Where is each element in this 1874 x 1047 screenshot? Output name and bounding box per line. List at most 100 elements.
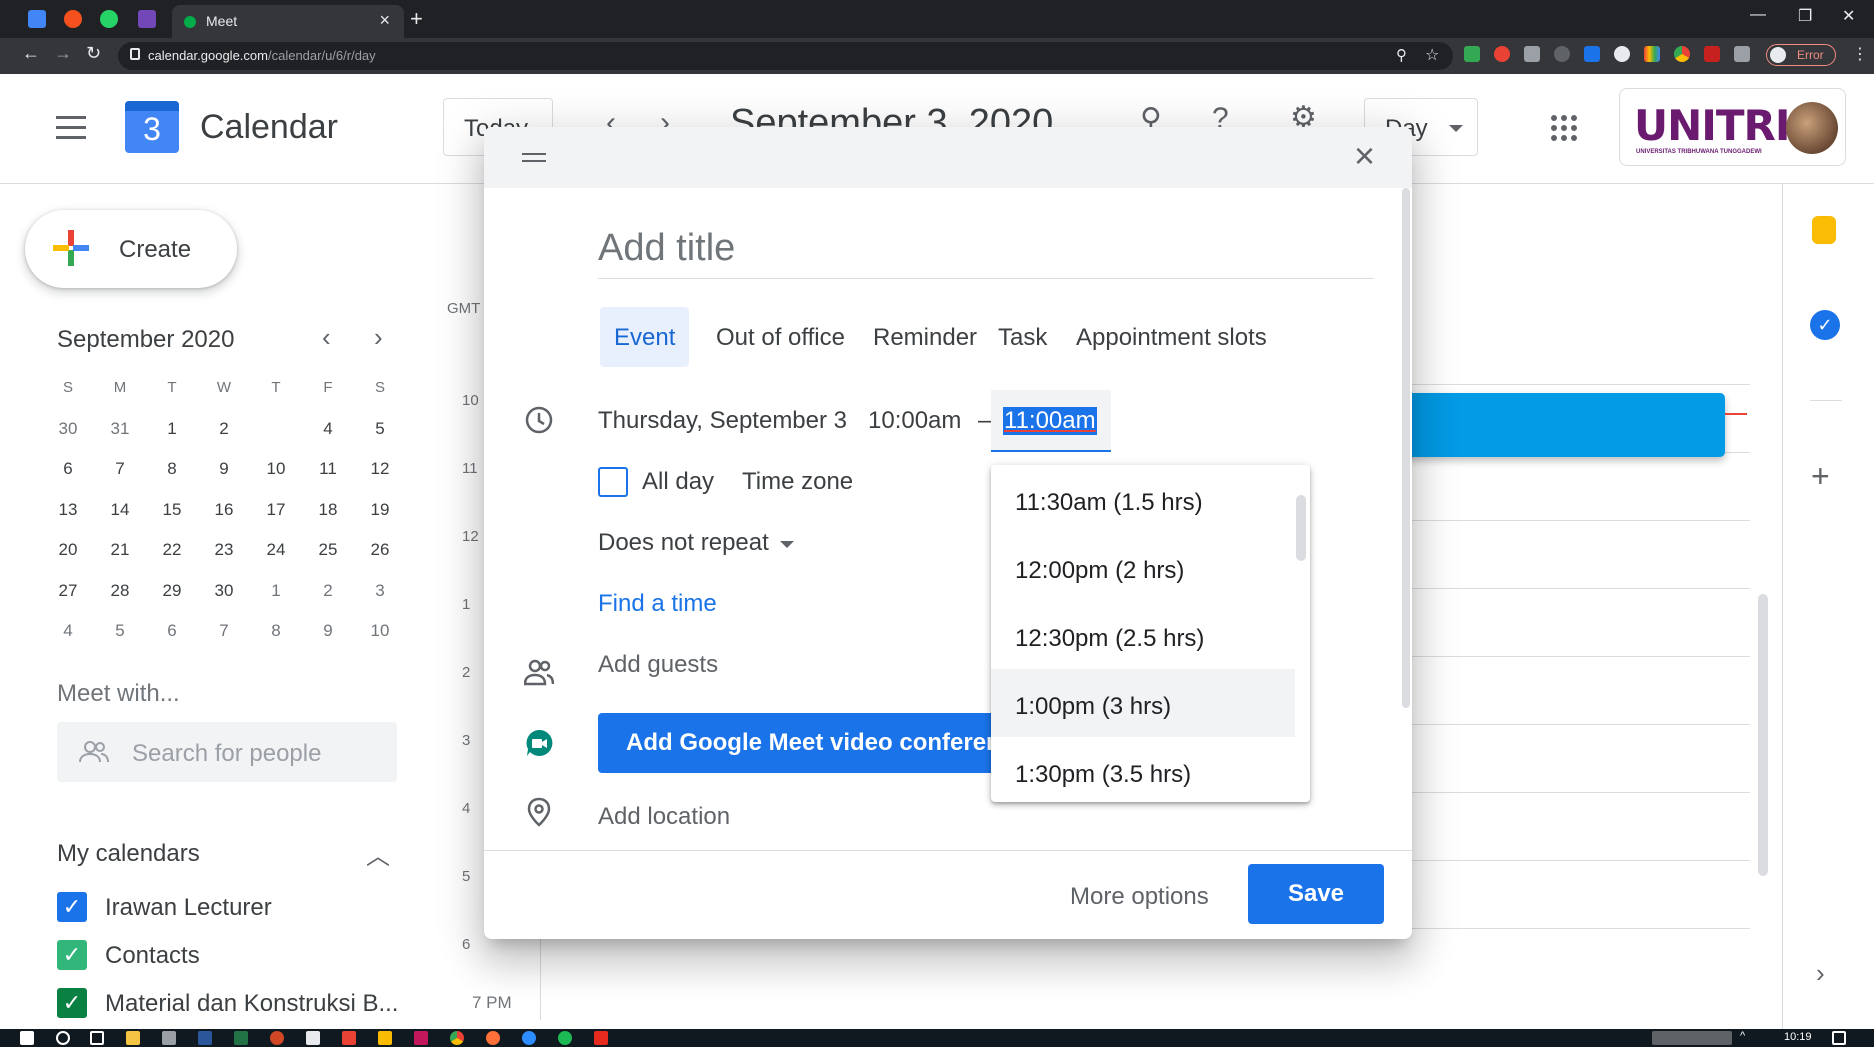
mini-calendar-day[interactable]: 24 xyxy=(254,530,298,570)
mini-calendar-day[interactable]: 2 xyxy=(306,571,350,611)
add-google-meet-button[interactable]: Add Google Meet video conferencing xyxy=(598,713,1018,773)
spotify-icon[interactable] xyxy=(558,1031,572,1045)
mini-calendar-day[interactable]: 31 xyxy=(98,409,142,449)
repeat-select[interactable]: Does not repeat xyxy=(598,529,769,557)
windows-start-icon[interactable] xyxy=(20,1031,34,1045)
extension-pin-icon[interactable] xyxy=(1554,46,1570,62)
task-view-icon[interactable] xyxy=(90,1031,104,1045)
mini-calendar-day[interactable]: 9 xyxy=(202,449,246,489)
time-option[interactable]: 12:00pm (2 hrs) xyxy=(991,533,1295,601)
drag-handle-icon[interactable] xyxy=(522,153,546,167)
tab-out-of-office[interactable]: Out of office xyxy=(702,307,859,367)
dialog-scrollbar[interactable] xyxy=(1400,188,1412,838)
mini-calendar-day[interactable]: 21 xyxy=(98,530,142,570)
file-explorer-icon[interactable] xyxy=(126,1031,140,1045)
extension-globe-icon[interactable] xyxy=(1614,46,1630,62)
calendar-checkbox[interactable]: ✓ xyxy=(57,988,87,1018)
mini-calendar-day[interactable]: 8 xyxy=(150,449,194,489)
tray-chevron-icon[interactable]: ^ xyxy=(1740,1030,1745,1042)
taskbar-search-icon[interactable] xyxy=(56,1031,70,1045)
dialog-header[interactable]: × xyxy=(484,127,1412,188)
mini-calendar-day[interactable]: 8 xyxy=(254,611,298,651)
mini-calendar-day[interactable]: 5 xyxy=(358,409,402,449)
mini-calendar-day[interactable]: 10 xyxy=(254,449,298,489)
taskbar-app-icon[interactable] xyxy=(342,1031,356,1045)
all-day-label[interactable]: All day xyxy=(642,468,714,496)
mini-calendar-day[interactable]: 17 xyxy=(254,490,298,530)
taskbar-clock[interactable]: 10:19 xyxy=(1784,1031,1812,1043)
tasks-icon[interactable]: ✓ xyxy=(1810,310,1840,340)
mini-calendar-day[interactable]: 7 xyxy=(98,449,142,489)
mini-calendar-day[interactable]: 4 xyxy=(46,611,90,651)
mini-calendar-day[interactable]: 28 xyxy=(98,571,142,611)
zoom-icon[interactable]: ⚲ xyxy=(1396,46,1407,64)
time-option[interactable]: 12:30pm (2.5 hrs) xyxy=(991,601,1295,669)
taskbar-app-icon[interactable] xyxy=(162,1031,176,1045)
tab-whatsapp-icon[interactable] xyxy=(100,10,118,28)
mini-calendar-day[interactable]: 3 xyxy=(358,571,402,611)
tab-reminder[interactable]: Reminder xyxy=(859,307,991,367)
extension-gray-icon[interactable] xyxy=(1524,46,1540,62)
mini-calendar-day[interactable]: 18 xyxy=(306,490,350,530)
search-icon[interactable]: ⚲ xyxy=(1140,102,1162,130)
tab-app-icon[interactable] xyxy=(64,10,82,28)
all-day-checkbox[interactable] xyxy=(598,467,628,497)
end-time-dropdown[interactable]: 11:30am (1.5 hrs) 12:00pm (2 hrs) 12:30p… xyxy=(991,465,1310,802)
forward-icon[interactable]: → xyxy=(54,43,72,64)
close-window-button[interactable]: ✕ xyxy=(1842,6,1855,26)
help-icon[interactable]: ? xyxy=(1212,102,1229,130)
firefox-icon[interactable] xyxy=(486,1031,500,1045)
my-calendars-heading[interactable]: My calendars xyxy=(57,840,200,868)
mini-calendar-day[interactable]: 19 xyxy=(358,490,402,530)
reload-icon[interactable]: ↻ xyxy=(86,43,101,64)
mini-calendar-day[interactable]: 30 xyxy=(202,571,246,611)
more-options-button[interactable]: More options xyxy=(1070,883,1209,911)
time-option[interactable]: 1:30pm (3.5 hrs) xyxy=(991,737,1295,802)
add-guests-input[interactable]: Add guests xyxy=(598,651,718,679)
mini-calendar-day[interactable]: 6 xyxy=(150,611,194,651)
mini-calendar-day[interactable]: 2 xyxy=(202,409,246,449)
minimize-window-button[interactable]: — xyxy=(1750,6,1766,24)
address-bar[interactable]: calendar.google.com/calendar/u/6/r/day ⚲… xyxy=(118,42,1453,70)
mini-calendar-day[interactable]: 12 xyxy=(358,449,402,489)
find-a-time-link[interactable]: Find a time xyxy=(598,590,717,618)
bookmark-star-icon[interactable]: ☆ xyxy=(1425,45,1439,65)
mini-calendar-day[interactable]: 23 xyxy=(202,530,246,570)
powerpoint-icon[interactable] xyxy=(270,1031,284,1045)
mini-calendar-day[interactable]: 4 xyxy=(306,409,350,449)
mini-calendar-day[interactable]: 27 xyxy=(46,571,90,611)
calendar-checkbox[interactable]: ✓ xyxy=(57,940,87,970)
title-input[interactable]: Add title xyxy=(598,227,1374,279)
event-block[interactable] xyxy=(1400,393,1725,457)
time-zone-button[interactable]: Time zone xyxy=(742,468,853,496)
mini-calendar-day[interactable]: 11 xyxy=(306,449,350,489)
mini-calendar-day[interactable]: 15 xyxy=(150,490,194,530)
extension-chrome-icon[interactable] xyxy=(1674,46,1690,62)
grid-scrollbar[interactable] xyxy=(1758,594,1768,876)
mini-calendar-day[interactable]: 3 xyxy=(254,408,298,449)
tab-forms-icon[interactable] xyxy=(138,10,156,28)
mini-calendar-day[interactable]: 29 xyxy=(150,571,194,611)
mini-calendar-day[interactable]: 6 xyxy=(46,449,90,489)
close-tab-icon[interactable]: × xyxy=(379,10,390,31)
tab-appointment-slots[interactable]: Appointment slots xyxy=(1062,307,1281,367)
word-icon[interactable] xyxy=(198,1031,212,1045)
profile-error-button[interactable]: Error xyxy=(1766,44,1836,66)
save-button[interactable]: Save xyxy=(1248,864,1384,924)
mini-calendar-day[interactable]: 13 xyxy=(46,490,90,530)
mini-calendar-day[interactable]: 7 xyxy=(202,611,246,651)
active-tab[interactable]: Meet × xyxy=(172,5,404,38)
extensions-puzzle-icon[interactable] xyxy=(1734,46,1750,62)
mini-next-month-icon[interactable]: › xyxy=(374,322,383,353)
calendar-checkbox[interactable]: ✓ xyxy=(57,892,87,922)
settings-gear-icon[interactable]: ⚙ xyxy=(1290,100,1317,130)
taskbar-app-icon[interactable] xyxy=(306,1031,320,1045)
event-date[interactable]: Thursday, September 3 xyxy=(598,407,847,435)
tab-task[interactable]: Task xyxy=(984,307,1061,367)
extension-color-icon[interactable] xyxy=(1644,46,1660,62)
acrobat-icon[interactable] xyxy=(594,1031,608,1045)
mini-calendar-day[interactable]: 16 xyxy=(202,490,246,530)
tab-calendar-icon[interactable] xyxy=(28,10,46,28)
mini-calendar-day[interactable]: 30 xyxy=(46,409,90,449)
notification-icon[interactable] xyxy=(1832,1031,1846,1045)
